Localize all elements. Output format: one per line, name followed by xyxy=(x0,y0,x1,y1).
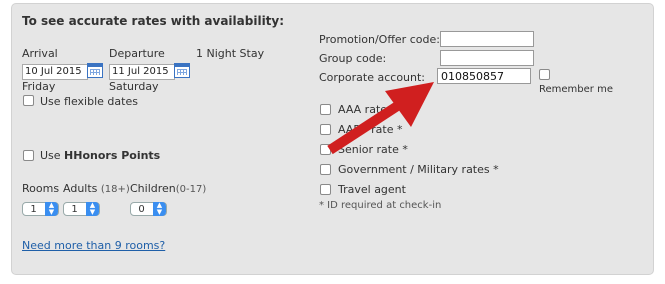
red-arrow-annotation xyxy=(327,82,434,155)
red-arrow-shaft xyxy=(327,98,405,155)
